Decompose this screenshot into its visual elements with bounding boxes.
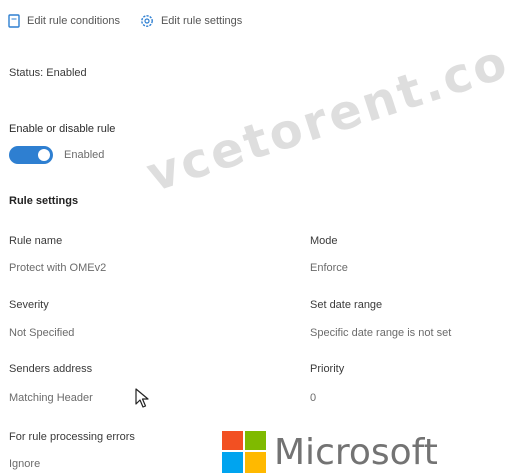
mouse-pointer-icon [135, 388, 149, 408]
priority-value: 0 [310, 392, 317, 404]
gear-icon [141, 15, 153, 27]
toggle-knob [38, 149, 50, 161]
watermark: vcetorent.com [140, 17, 506, 204]
rule-name-label: Rule name [9, 235, 63, 247]
mode-label: Mode [310, 235, 338, 247]
edit-page-icon [8, 14, 20, 28]
edit-rule-settings-button[interactable]: Edit rule settings [140, 14, 242, 28]
enable-rule-toggle[interactable] [9, 146, 53, 164]
enable-rule-heading: Enable or disable rule [9, 123, 116, 135]
edit-rule-settings-label: Edit rule settings [160, 15, 243, 27]
senders-address-value: Matching Header [9, 392, 93, 404]
rule-name-value: Protect with OMEv2 [9, 262, 107, 274]
severity-value: Not Specified [9, 327, 75, 339]
microsoft-logo-icon [222, 431, 266, 473]
status-text: Status: Enabled [9, 67, 87, 79]
severity-label: Severity [9, 299, 49, 311]
toggle-state-label: Enabled [64, 149, 105, 161]
rule-toolbar: Edit rule conditions Edit rule settings [8, 10, 262, 32]
processing-errors-label: For rule processing errors [9, 431, 135, 443]
rule-settings-heading: Rule settings [9, 195, 79, 207]
mode-value: Enforce [310, 262, 348, 274]
edit-rule-conditions-button[interactable]: Edit rule conditions [8, 14, 120, 28]
date-range-value: Specific date range is not set [310, 327, 452, 339]
priority-label: Priority [310, 363, 345, 375]
edit-rule-conditions-label: Edit rule conditions [27, 15, 120, 27]
senders-address-label: Senders address [9, 363, 93, 375]
microsoft-wordmark: Microsoft [274, 432, 438, 473]
date-range-label: Set date range [310, 299, 383, 311]
processing-errors-value: Ignore [9, 458, 41, 470]
